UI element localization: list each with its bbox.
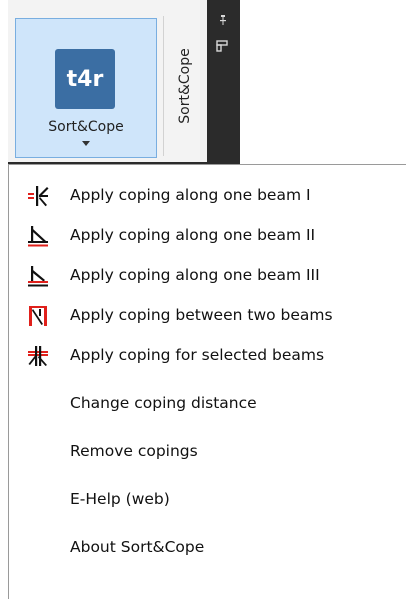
ribbon-panel: t4r Sort&Cope Sort&Cope [0, 0, 242, 164]
cope-selected-beams-icon [28, 346, 48, 366]
menu-item-label: Remove copings [70, 442, 198, 460]
ribbon-left-edge [0, 0, 8, 164]
menu-item-remove-copings[interactable]: Remove copings [9, 433, 406, 473]
chevron-down-icon [82, 141, 90, 146]
sort-and-cope-dropdown-menu: Apply coping along one beam I Apply copi… [8, 164, 406, 599]
menu-item-label: Apply coping along one beam II [70, 226, 316, 244]
sort-and-cope-button-label: Sort&Cope [48, 119, 124, 135]
dock-panel-icon[interactable] [216, 40, 228, 52]
menu-item-apply-coping-one-beam-3[interactable]: Apply coping along one beam III [9, 257, 406, 297]
sort-and-cope-button[interactable]: t4r Sort&Cope [15, 18, 157, 158]
menu-item-label: Apply coping between two beams [70, 306, 333, 324]
t4r-icon: t4r [55, 49, 115, 109]
cope-beam-1-icon [28, 186, 49, 207]
menu-item-label: Apply coping for selected beams [70, 346, 325, 364]
menu-item-e-help-web[interactable]: E-Help (web) [9, 481, 406, 521]
cope-beam-3-icon [28, 266, 48, 287]
menu-item-apply-coping-one-beam-1[interactable]: Apply coping along one beam I [9, 177, 406, 217]
panel-title-text: Sort&Cope [177, 48, 193, 124]
pin-icon[interactable] [218, 14, 228, 28]
menu-item-change-coping-distance[interactable]: Change coping distance [9, 385, 406, 425]
menu-item-apply-coping-between-two-beams[interactable]: Apply coping between two beams [9, 297, 406, 337]
menu-item-label: Apply coping along one beam III [70, 266, 320, 284]
menu-item-label: Change coping distance [70, 394, 257, 412]
cope-two-beams-icon [29, 306, 47, 326]
menu-item-label: Apply coping along one beam I [70, 186, 311, 204]
menu-item-label: About Sort&Cope [70, 538, 205, 556]
menu-item-apply-coping-selected-beams[interactable]: Apply coping for selected beams [9, 337, 406, 377]
menu-item-label: E-Help (web) [70, 490, 170, 508]
panel-title: Sort&Cope [163, 16, 206, 156]
ribbon-side-strip [207, 0, 240, 164]
menu-item-apply-coping-one-beam-2[interactable]: Apply coping along one beam II [9, 217, 406, 257]
cope-beam-2-icon [28, 226, 48, 247]
menu-item-about-sort-and-cope[interactable]: About Sort&Cope [9, 529, 406, 569]
